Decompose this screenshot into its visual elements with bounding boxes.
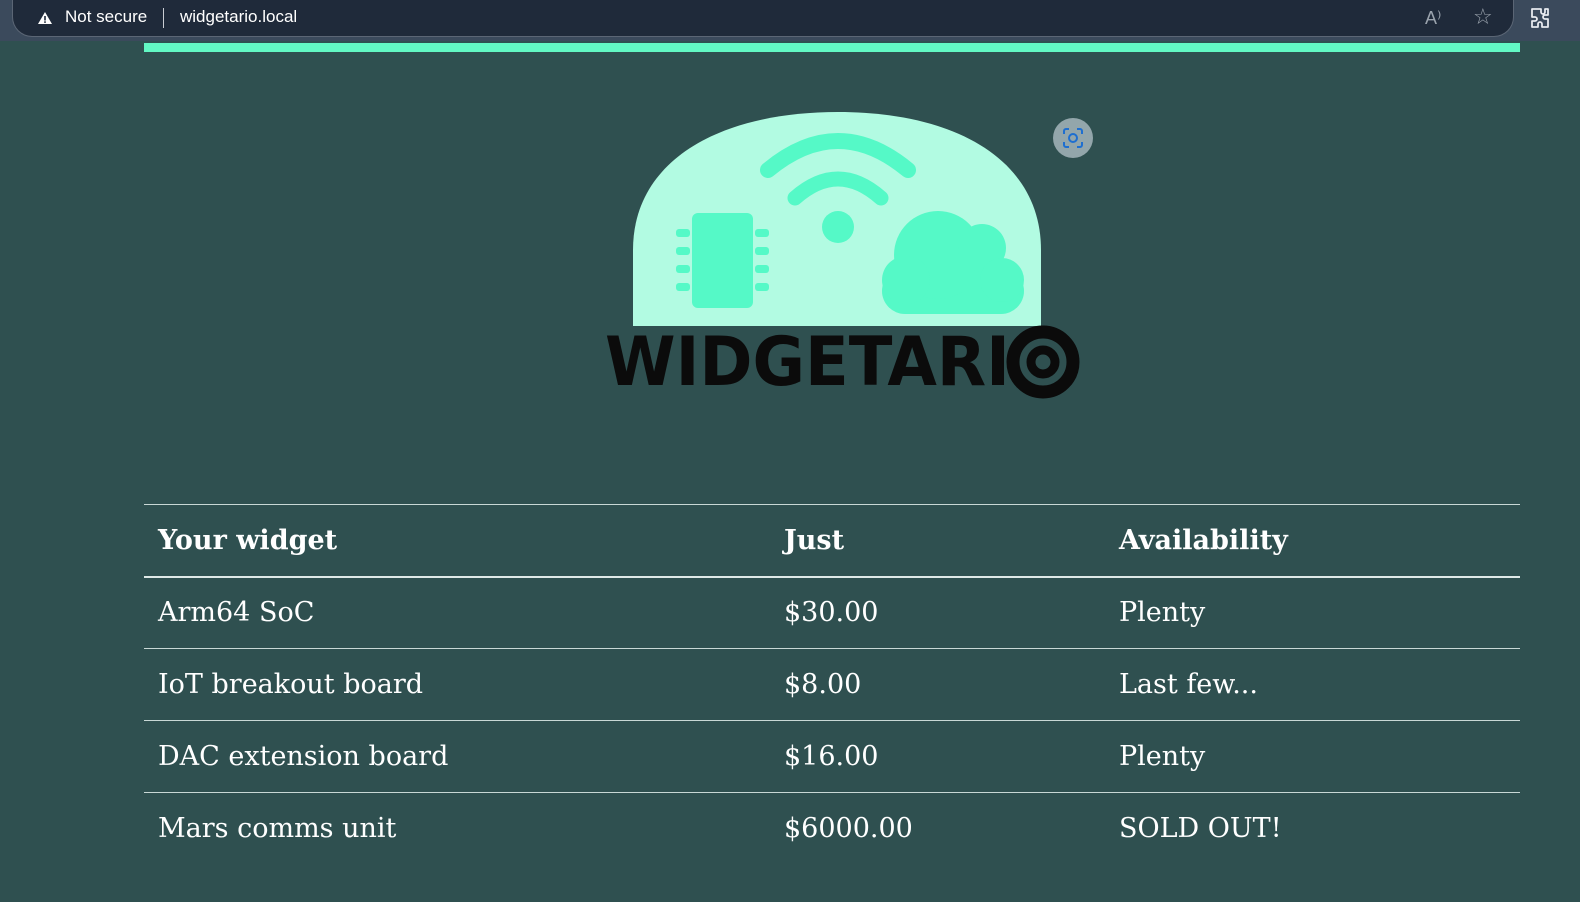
url-text[interactable]: widgetario.local <box>180 7 297 27</box>
availability-cell: Plenty <box>1105 576 1520 649</box>
price-cell: $16.00 <box>770 720 1105 793</box>
widget-name-cell: Arm64 SoC <box>144 576 770 649</box>
address-divider <box>163 8 164 28</box>
security-status-label[interactable]: Not secure <box>65 7 147 27</box>
column-header-availability: Availability <box>1105 504 1520 578</box>
availability-cell: SOLD OUT! <box>1119 813 1282 845</box>
logo-wordmark: WIDGETARI <box>605 323 1010 402</box>
visual-search-icon <box>1063 128 1083 148</box>
widget-name-cell: IoT breakout board <box>144 648 770 721</box>
price-cell: $30.00 <box>770 576 1105 649</box>
warning-icon[interactable] <box>37 10 53 26</box>
browser-toolbar: Not secure widgetario.local A⁾ ☆ <box>0 0 1580 41</box>
price-cell: $6000.00 <box>784 813 913 845</box>
logo-o-target <box>1006 325 1080 399</box>
column-header-price: Just <box>770 504 1105 578</box>
availability-cell: Plenty <box>1105 720 1520 793</box>
accent-bar <box>144 43 1520 52</box>
extensions-icon[interactable] <box>1528 6 1552 30</box>
widget-name-cell: DAC extension board <box>144 720 770 793</box>
availability-cell: Last few... <box>1105 648 1520 721</box>
table-row: Mars comms unit $6000.00 SOLD OUT! <box>144 793 1520 865</box>
table-row: IoT breakout board $8.00 Last few... <box>144 648 1520 721</box>
price-cell: $8.00 <box>770 648 1105 721</box>
favorite-star-icon[interactable]: ☆ <box>1473 5 1493 30</box>
column-header-widget: Your widget <box>144 504 770 578</box>
widget-name-cell: Mars comms unit <box>158 813 397 845</box>
read-aloud-icon[interactable]: A⁾ <box>1425 8 1441 29</box>
table-row: Arm64 SoC $30.00 Plenty <box>144 576 1520 649</box>
table-header-row: Your widget Just Availability <box>144 504 1520 578</box>
address-bar[interactable]: Not secure widgetario.local A⁾ ☆ <box>12 0 1514 37</box>
visual-search-button[interactable] <box>1053 118 1093 158</box>
table-row: DAC extension board $16.00 Plenty <box>144 720 1520 793</box>
widgetario-logo: WIDGETARI <box>605 112 1080 402</box>
widget-price-table: Your widget Just Availability Arm64 SoC … <box>144 504 1520 865</box>
